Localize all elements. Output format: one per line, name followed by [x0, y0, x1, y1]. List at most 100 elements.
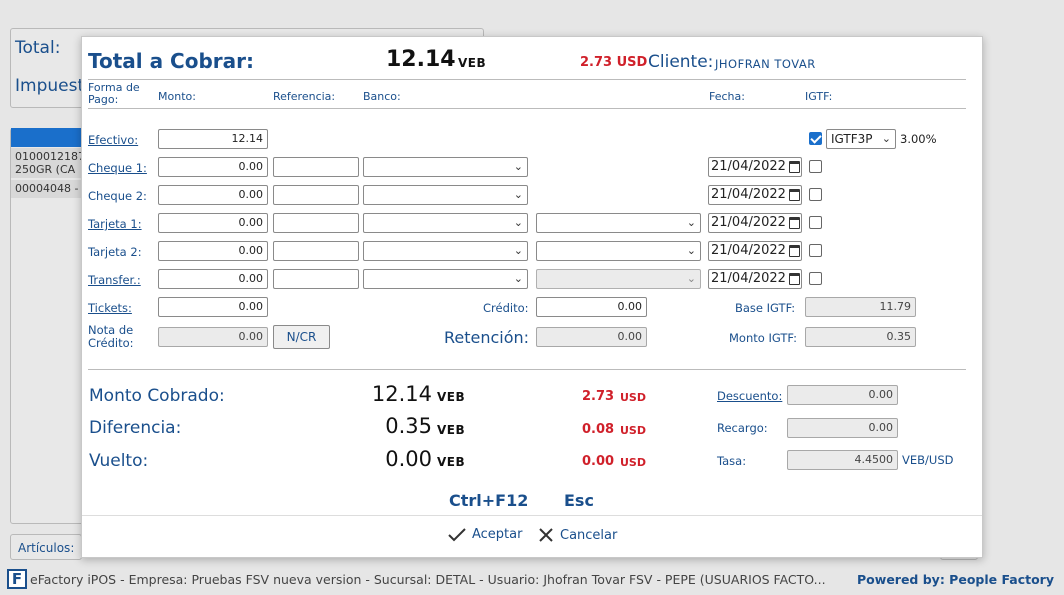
column-fecha: Fecha: — [709, 90, 745, 103]
retencion-value: 0.00 — [536, 327, 647, 347]
transfer-banco-select[interactable]: ⌄ — [363, 269, 528, 289]
tarjeta1-tipo-select[interactable]: ⌄ — [536, 213, 701, 233]
diferencia-value: 0.35 — [385, 414, 432, 438]
transfer-link[interactable]: Transfer.: — [88, 273, 141, 287]
vuelto-usd: 0.00 — [582, 454, 615, 469]
descuento-value[interactable]: 0.00 — [787, 385, 898, 405]
cheque1-fecha-input[interactable]: 21/04/2022 — [708, 157, 802, 177]
cheque2-igtf-checkbox[interactable] — [809, 188, 822, 201]
accept-label: Aceptar — [472, 527, 523, 542]
retencion-label: Retención: — [444, 328, 530, 347]
monto-cobrado-label: Monto Cobrado: — [89, 386, 225, 406]
ncr-button[interactable]: N/CR — [273, 325, 330, 349]
tarjeta1-igtf-checkbox[interactable] — [809, 216, 822, 229]
efectivo-monto-input[interactable]: 12.14 — [158, 129, 268, 149]
tarjeta2-banco-select[interactable]: ⌄ — [363, 241, 528, 261]
calendar-icon[interactable] — [789, 189, 800, 201]
chevron-down-icon: ⌄ — [513, 160, 523, 173]
cheque2-fecha-input[interactable]: 21/04/2022 — [708, 185, 802, 205]
close-icon — [539, 528, 553, 542]
chevron-down-icon: ⌄ — [686, 272, 696, 285]
tickets-monto-input[interactable]: 0.00 — [158, 297, 268, 317]
calendar-icon[interactable] — [789, 161, 800, 173]
monto-cobrado-value: 12.14 — [371, 382, 432, 406]
tarjeta1-monto-input[interactable]: 0.00 — [158, 213, 268, 233]
transfer-igtf-checkbox[interactable] — [809, 272, 822, 285]
tarjeta1-link[interactable]: Tarjeta 1: — [88, 217, 142, 231]
cancel-button[interactable]: Cancelar — [538, 527, 617, 543]
tarjeta2-monto-input[interactable]: 0.00 — [158, 241, 268, 261]
transfer-monto-input[interactable]: 0.00 — [158, 269, 268, 289]
total-currency: VEB — [458, 56, 487, 70]
cliente-value: JHOFRAN TOVAR — [715, 57, 816, 71]
column-banco: Banco: — [363, 90, 401, 103]
column-monto: Monto: — [158, 90, 196, 103]
calendar-icon[interactable] — [789, 245, 800, 257]
tarjeta2-tipo-select[interactable]: ⌄ — [536, 241, 701, 261]
vuelto-label: Vuelto: — [89, 451, 149, 471]
tarjeta2-fecha-input[interactable]: 21/04/2022 — [708, 241, 802, 261]
date-value: 21/04/2022 — [711, 187, 786, 202]
calendar-icon[interactable] — [789, 273, 800, 285]
vuelto-currency: VEB — [437, 455, 466, 469]
tasa-label: Tasa: — [717, 454, 747, 468]
date-value: 21/04/2022 — [711, 215, 786, 230]
monto-igtf-label: Monto IGTF: — [729, 331, 797, 345]
recargo-value[interactable]: 0.00 — [787, 418, 898, 438]
cheque1-banco-select[interactable]: ⌄ — [363, 157, 528, 177]
transfer-referencia-input[interactable] — [273, 269, 359, 289]
background-impuesto-label: Impuest — [15, 76, 85, 96]
chevron-down-icon: ⌄ — [881, 132, 891, 145]
tarjeta1-banco-select[interactable]: ⌄ — [363, 213, 528, 233]
cheque1-referencia-input[interactable] — [273, 157, 359, 177]
powered-by: Powered by: People Factory — [857, 572, 1054, 587]
cheque2-banco-select[interactable]: ⌄ — [363, 185, 528, 205]
descuento-link[interactable]: Descuento: — [717, 389, 782, 403]
background-list-text: 250GR (CA — [15, 163, 76, 176]
column-igtf: IGTF: — [805, 90, 833, 103]
column-forma-de-pago: Forma de Pago: — [88, 81, 140, 106]
tickets-link[interactable]: Tickets: — [88, 301, 132, 315]
vuelto-value: 0.00 — [385, 447, 432, 471]
efectivo-link[interactable]: Efectivo: — [88, 133, 138, 147]
tarjeta2-label: Tarjeta 2: — [88, 245, 142, 259]
date-value: 21/04/2022 — [711, 271, 786, 286]
tarjeta1-fecha-input[interactable]: 21/04/2022 — [708, 213, 802, 233]
divider — [88, 369, 966, 370]
transfer-fecha-input[interactable]: 21/04/2022 — [708, 269, 802, 289]
base-igtf-label: Base IGTF: — [735, 301, 796, 315]
date-value: 21/04/2022 — [711, 243, 786, 258]
tarjeta2-referencia-input[interactable] — [273, 241, 359, 261]
monto-cobrado-usd-currency: USD — [620, 391, 646, 404]
igtf-checkbox[interactable] — [809, 132, 822, 145]
total-value: 12.14 — [386, 47, 456, 72]
dialog-footer-divider — [82, 515, 982, 516]
background-articulos-label: Artículos: — [18, 541, 75, 555]
chevron-down-icon: ⌄ — [686, 244, 696, 257]
cheque1-monto-input[interactable]: 0.00 — [158, 157, 268, 177]
cheque2-monto-input[interactable]: 0.00 — [158, 185, 268, 205]
accept-button[interactable]: Aceptar — [448, 527, 522, 542]
check-icon — [448, 527, 466, 541]
cheque1-igtf-checkbox[interactable] — [809, 160, 822, 173]
tarjeta1-referencia-input[interactable] — [273, 213, 359, 233]
credito-label: Crédito: — [483, 301, 529, 315]
tarjeta2-igtf-checkbox[interactable] — [809, 244, 822, 257]
diferencia-usd: 0.08 — [582, 422, 615, 437]
chevron-down-icon: ⌄ — [513, 188, 523, 201]
recargo-label: Recargo: — [717, 421, 768, 435]
credito-input[interactable]: 0.00 — [536, 297, 647, 317]
cheque2-referencia-input[interactable] — [273, 185, 359, 205]
total-usd: 2.73 USD — [580, 55, 648, 70]
monto-cobrado-usd: 2.73 — [582, 389, 615, 404]
calendar-icon[interactable] — [789, 217, 800, 229]
tasa-unit: VEB/USD — [902, 453, 954, 467]
dialog-title: Total a Cobrar: — [88, 49, 255, 73]
divider — [88, 108, 966, 109]
monto-igtf-value: 0.35 — [805, 327, 916, 347]
diferencia-label: Diferencia: — [89, 418, 182, 438]
cheque1-link[interactable]: Cheque 1: — [88, 161, 147, 175]
background-list-header — [11, 128, 83, 147]
nota-credito-label: Nota de Crédito: — [88, 323, 134, 350]
igtf-select[interactable]: IGTF3P ⌄ — [826, 129, 896, 149]
